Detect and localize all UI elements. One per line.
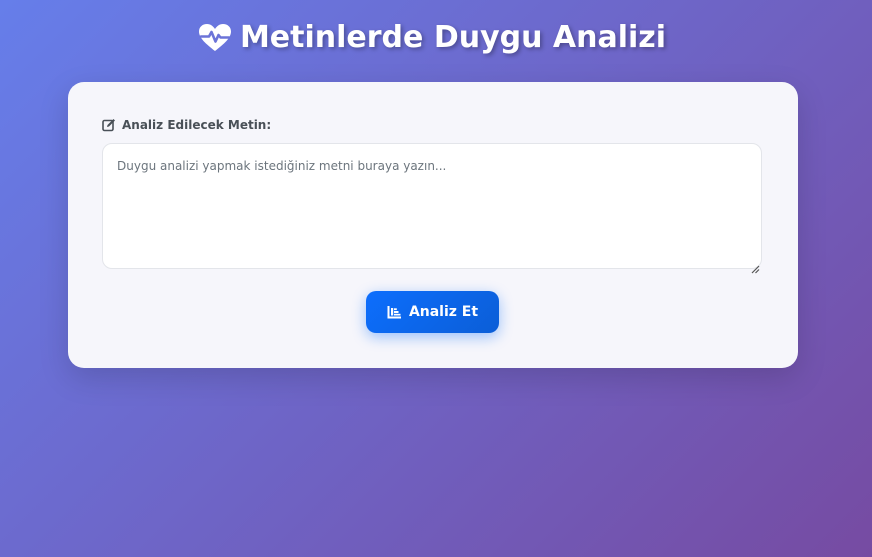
page-title: Metinlerde Duygu Analizi xyxy=(0,17,864,59)
resize-handle-icon[interactable] xyxy=(751,259,760,274)
edit-icon xyxy=(102,118,116,132)
text-input-area[interactable] xyxy=(102,143,762,269)
analyze-button-label: Analiz Et xyxy=(408,304,479,320)
page-title-text: Metinlerde Duygu Analizi xyxy=(239,20,667,55)
analysis-card: Analiz Edilecek Metin: Analiz Et xyxy=(68,82,798,368)
text-input-label-text: Analiz Edilecek Metin: xyxy=(122,118,272,132)
chart-bar-icon xyxy=(387,305,402,319)
text-input-label: Analiz Edilecek Metin: xyxy=(102,118,271,132)
analyze-button[interactable]: Analiz Et xyxy=(366,291,499,333)
heart-pulse-icon xyxy=(198,23,232,53)
